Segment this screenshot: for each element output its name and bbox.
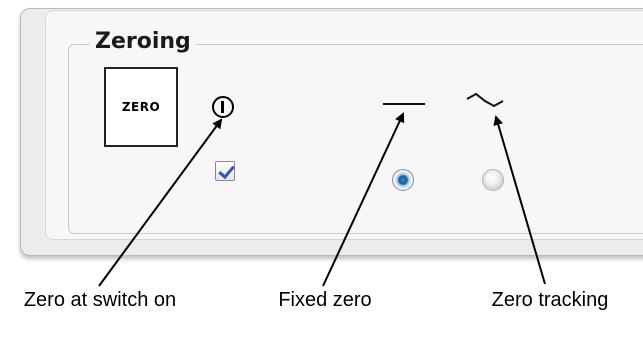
zero-at-switch-on-checkbox[interactable] xyxy=(215,161,235,181)
zero-button-label: ZERO xyxy=(121,100,161,114)
zeroing-group-title: Zeroing xyxy=(90,29,196,54)
caption-fixed-zero: Fixed zero xyxy=(278,289,372,311)
horizontal-line-icon xyxy=(383,103,425,105)
zero-tracking-radio[interactable] xyxy=(482,169,504,191)
caption-zero-at-switch-on: Zero at switch on xyxy=(23,289,177,311)
power-icon xyxy=(212,96,234,118)
fixed-zero-radio[interactable] xyxy=(392,169,414,191)
zero-button[interactable]: ZERO xyxy=(104,67,178,147)
checkmark-icon xyxy=(218,161,235,180)
wave-line-icon xyxy=(466,92,504,108)
caption-zero-tracking: Zero tracking xyxy=(491,289,609,311)
